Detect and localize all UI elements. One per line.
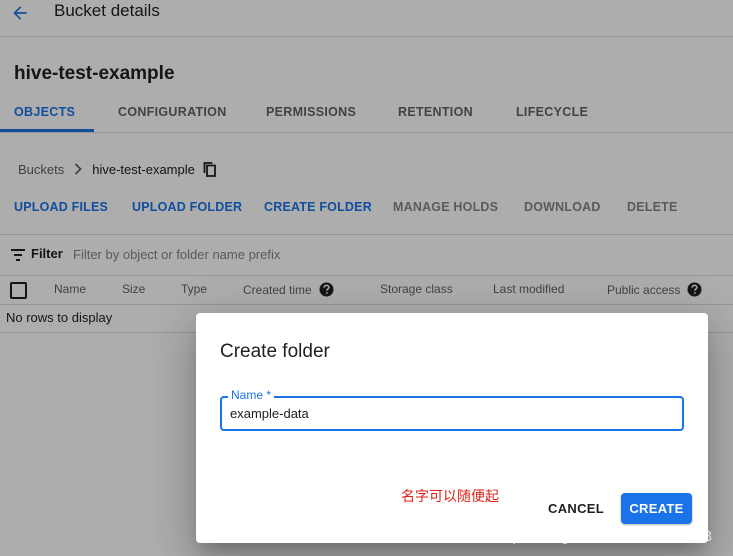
cancel-button[interactable]: CANCEL: [541, 493, 611, 524]
create-folder-dialog: Create folder Name * 名字可以随便起 CANCEL CREA…: [196, 313, 708, 543]
folder-name-label: Name *: [228, 388, 275, 402]
annotation-text: 名字可以随便起: [401, 489, 499, 505]
folder-name-field: Name * 名字可以随便起: [220, 388, 684, 505]
folder-name-input[interactable]: [230, 403, 370, 423]
watermark-text: https://blog.csdn.net/BSCHN123: [496, 528, 712, 545]
dialog-title: Create folder: [220, 341, 330, 362]
create-button[interactable]: CREATE: [621, 493, 692, 524]
